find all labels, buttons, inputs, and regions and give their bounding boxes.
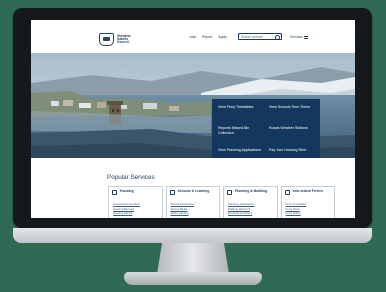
monitor-chin xyxy=(13,228,372,243)
building-icon xyxy=(227,190,232,195)
service-card-ferries[interactable]: Inter-Island Ferries Ferry Timetables Fe… xyxy=(280,186,335,218)
popular-services-heading: Popular Services xyxy=(107,174,155,181)
quick-link-roads-weather[interactable]: Roads Weather Stations xyxy=(269,126,314,147)
school-icon xyxy=(169,190,175,195)
card-title: Planning & Building xyxy=(235,189,268,193)
logo-line-3: Council xyxy=(117,40,129,44)
service-card-schools[interactable]: Schools & Learning School Admissions Sch… xyxy=(165,186,220,218)
card-link[interactable]: Ferry Timetables xyxy=(286,202,307,206)
card-link[interactable]: School Admissions xyxy=(171,202,194,206)
card-link[interactable]: Ferry Status xyxy=(286,211,307,215)
monitor-frame: Shetland Islands Council Jobs Report App… xyxy=(13,8,372,228)
monitor-stand-neck xyxy=(157,243,229,274)
council-logo[interactable]: Shetland Islands Council xyxy=(99,33,130,46)
services-label: Services xyxy=(290,35,304,39)
quick-link-housing-rent[interactable]: Pay Your Housing Rent xyxy=(269,148,314,158)
quick-links-panel: View Ferry Timetables View Schools Term … xyxy=(212,99,320,158)
card-title: Schools & Learning xyxy=(177,189,210,193)
search-icon[interactable] xyxy=(275,34,280,40)
search-placeholder: Search website... xyxy=(241,34,266,39)
services-menu-button[interactable]: Services xyxy=(290,35,309,39)
card-title: Inter-Island Ferries xyxy=(292,189,324,193)
monitor-stand-base xyxy=(124,272,262,285)
card-link[interactable]: Planning Applications xyxy=(228,202,255,206)
quick-link-missed-bin[interactable]: Reports Missed Bin Collection xyxy=(218,126,263,147)
search-input[interactable]: Search website... xyxy=(238,33,282,40)
card-link[interactable]: School Meals xyxy=(171,207,194,211)
card-link[interactable]: Development Plans xyxy=(228,211,255,215)
card-link[interactable]: Housing Benefits xyxy=(113,207,140,211)
hero-banner: View Ferry Timetables View Schools Term … xyxy=(31,53,355,158)
card-link[interactable]: Adult Learning xyxy=(171,211,194,215)
ferry-icon xyxy=(284,190,290,195)
card-title: Housing xyxy=(120,189,134,193)
top-nav: Jobs Report Apply xyxy=(189,35,227,39)
crest-icon xyxy=(99,33,114,46)
quick-link-planning-applications[interactable]: View Planning Applications xyxy=(218,148,263,158)
card-link[interactable]: Council Housing Rent xyxy=(113,202,140,206)
menu-icon xyxy=(304,35,309,39)
card-link[interactable]: Building Warrants xyxy=(228,207,255,211)
nav-apply[interactable]: Apply xyxy=(218,35,226,39)
quick-link-ferry-timetables[interactable]: View Ferry Timetables xyxy=(218,105,263,126)
service-cards: Housing Council Housing Rent Housing Ben… xyxy=(108,186,335,218)
nav-jobs[interactable]: Jobs xyxy=(189,35,196,39)
screen: Shetland Islands Council Jobs Report App… xyxy=(31,20,355,218)
nav-report[interactable]: Report xyxy=(202,35,212,39)
service-card-planning[interactable]: Planning & Building Planning Application… xyxy=(223,186,278,218)
card-link[interactable]: Ferry Fares xyxy=(286,207,307,211)
service-card-housing[interactable]: Housing Council Housing Rent Housing Ben… xyxy=(108,186,163,218)
site-header: Shetland Islands Council Jobs Report App… xyxy=(31,20,355,53)
card-link[interactable]: Housing Advice xyxy=(113,211,140,215)
logo-text: Shetland Islands Council xyxy=(117,34,130,44)
quick-link-school-term-times[interactable]: View Schools Term Times xyxy=(269,105,314,126)
house-icon xyxy=(112,190,117,195)
